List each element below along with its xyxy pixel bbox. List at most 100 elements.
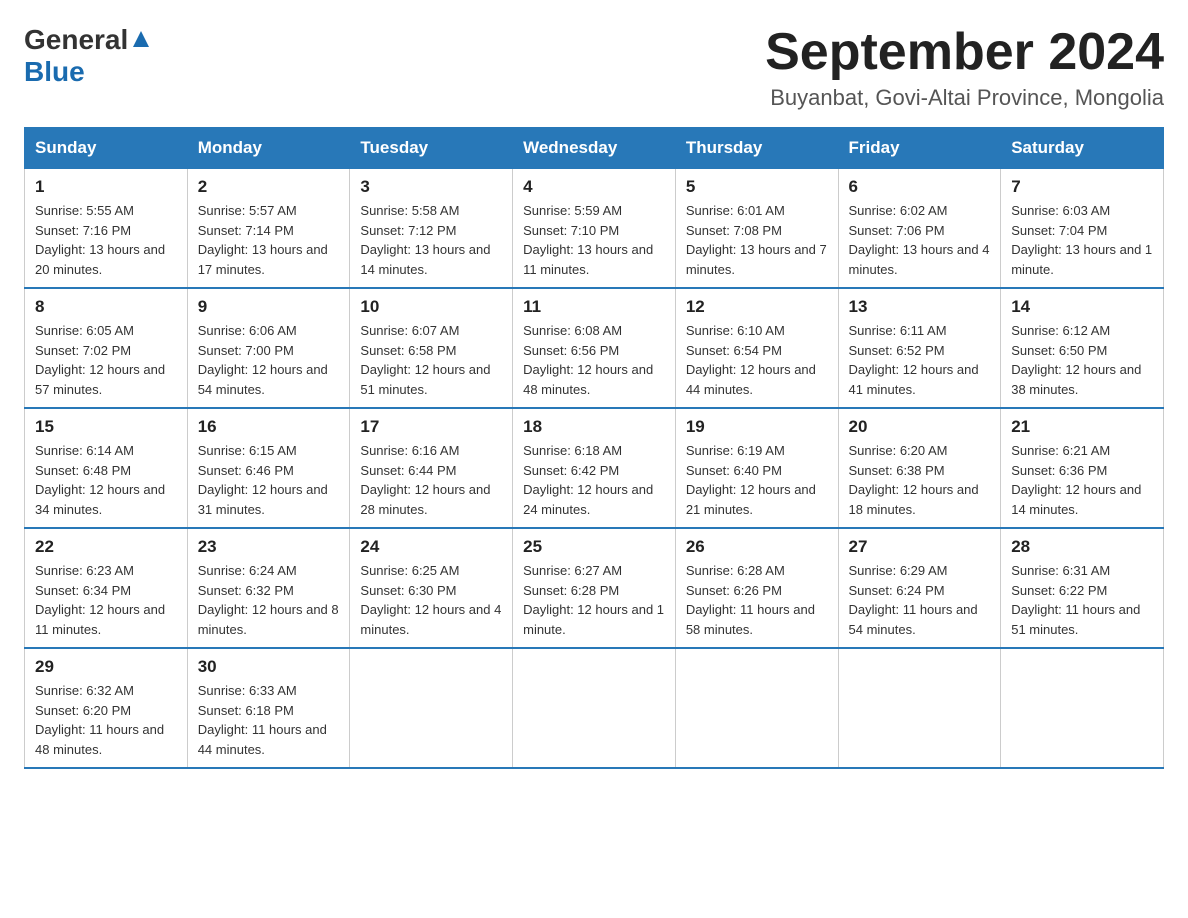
day-cell: 22 Sunrise: 6:23 AMSunset: 6:34 PMDayligh…	[25, 528, 188, 648]
day-cell: 9 Sunrise: 6:06 AMSunset: 7:00 PMDaylight…	[187, 288, 350, 408]
day-number: 15	[35, 417, 177, 437]
day-info: Sunrise: 6:05 AMSunset: 7:02 PMDaylight:…	[35, 321, 177, 399]
day-number: 7	[1011, 177, 1153, 197]
day-info: Sunrise: 6:23 AMSunset: 6:34 PMDaylight:…	[35, 561, 177, 639]
weekday-header-wednesday: Wednesday	[513, 128, 676, 169]
week-row-3: 15Sunrise: 6:14 AMSunset: 6:48 PMDayligh…	[25, 408, 1164, 528]
calendar-table: SundayMondayTuesdayWednesdayThursdayFrid…	[24, 127, 1164, 769]
day-info: Sunrise: 6:27 AMSunset: 6:28 PMDaylight:…	[523, 561, 665, 639]
day-number: 9	[198, 297, 340, 317]
weekday-header-row: SundayMondayTuesdayWednesdayThursdayFrid…	[25, 128, 1164, 169]
day-number: 10	[360, 297, 502, 317]
day-cell: 23 Sunrise: 6:24 AMSunset: 6:32 PMDayligh…	[187, 528, 350, 648]
day-number: 24	[360, 537, 502, 557]
day-cell: 1 Sunrise: 5:55 AMSunset: 7:16 PMDaylight…	[25, 169, 188, 289]
day-info: Sunrise: 5:59 AMSunset: 7:10 PMDaylight:…	[523, 201, 665, 279]
logo: General Blue	[24, 24, 150, 88]
calendar-subtitle: Buyanbat, Govi-Altai Province, Mongolia	[765, 85, 1164, 111]
day-number: 29	[35, 657, 177, 677]
weekday-header-monday: Monday	[187, 128, 350, 169]
day-cell: 2 Sunrise: 5:57 AMSunset: 7:14 PMDaylight…	[187, 169, 350, 289]
day-info: Sunrise: 6:31 AMSunset: 6:22 PMDaylight:…	[1011, 561, 1153, 639]
day-number: 6	[849, 177, 991, 197]
day-number: 26	[686, 537, 828, 557]
day-cell	[838, 648, 1001, 768]
day-cell: 28 Sunrise: 6:31 AMSunset: 6:22 PMDayligh…	[1001, 528, 1164, 648]
day-info: Sunrise: 5:57 AMSunset: 7:14 PMDaylight:…	[198, 201, 340, 279]
day-info: Sunrise: 6:01 AMSunset: 7:08 PMDaylight:…	[686, 201, 828, 279]
week-row-4: 22 Sunrise: 6:23 AMSunset: 6:34 PMDayligh…	[25, 528, 1164, 648]
day-info: Sunrise: 6:20 AMSunset: 6:38 PMDaylight:…	[849, 441, 991, 519]
day-cell: 21 Sunrise: 6:21 AMSunset: 6:36 PMDayligh…	[1001, 408, 1164, 528]
day-cell: 20 Sunrise: 6:20 AMSunset: 6:38 PMDayligh…	[838, 408, 1001, 528]
day-cell: 17Sunrise: 6:16 AMSunset: 6:44 PMDayligh…	[350, 408, 513, 528]
logo-triangle-icon	[132, 30, 150, 53]
day-number: 3	[360, 177, 502, 197]
calendar-title: September 2024	[765, 24, 1164, 81]
day-info: Sunrise: 5:58 AMSunset: 7:12 PMDaylight:…	[360, 201, 502, 279]
day-cell: 10 Sunrise: 6:07 AMSunset: 6:58 PMDayligh…	[350, 288, 513, 408]
day-number: 8	[35, 297, 177, 317]
week-row-2: 8 Sunrise: 6:05 AMSunset: 7:02 PMDaylight…	[25, 288, 1164, 408]
page-header: General Blue September 2024 Buyanbat, Go…	[24, 24, 1164, 111]
day-number: 1	[35, 177, 177, 197]
weekday-header-sunday: Sunday	[25, 128, 188, 169]
day-info: Sunrise: 6:21 AMSunset: 6:36 PMDaylight:…	[1011, 441, 1153, 519]
day-info: Sunrise: 6:25 AMSunset: 6:30 PMDaylight:…	[360, 561, 502, 639]
day-number: 4	[523, 177, 665, 197]
day-number: 28	[1011, 537, 1153, 557]
day-cell	[675, 648, 838, 768]
day-cell: 12 Sunrise: 6:10 AMSunset: 6:54 PMDayligh…	[675, 288, 838, 408]
day-cell: 24 Sunrise: 6:25 AMSunset: 6:30 PMDayligh…	[350, 528, 513, 648]
day-number: 20	[849, 417, 991, 437]
day-number: 27	[849, 537, 991, 557]
week-row-5: 29Sunrise: 6:32 AMSunset: 6:20 PMDayligh…	[25, 648, 1164, 768]
day-number: 21	[1011, 417, 1153, 437]
day-info: Sunrise: 6:33 AMSunset: 6:18 PMDaylight:…	[198, 681, 340, 759]
day-cell	[1001, 648, 1164, 768]
day-number: 30	[198, 657, 340, 677]
day-info: Sunrise: 6:12 AMSunset: 6:50 PMDaylight:…	[1011, 321, 1153, 399]
day-number: 23	[198, 537, 340, 557]
day-cell	[513, 648, 676, 768]
day-cell: 29Sunrise: 6:32 AMSunset: 6:20 PMDayligh…	[25, 648, 188, 768]
day-info: Sunrise: 6:10 AMSunset: 6:54 PMDaylight:…	[686, 321, 828, 399]
week-row-1: 1 Sunrise: 5:55 AMSunset: 7:16 PMDaylight…	[25, 169, 1164, 289]
day-info: Sunrise: 6:11 AMSunset: 6:52 PMDaylight:…	[849, 321, 991, 399]
day-info: Sunrise: 6:18 AMSunset: 6:42 PMDaylight:…	[523, 441, 665, 519]
day-cell: 8 Sunrise: 6:05 AMSunset: 7:02 PMDaylight…	[25, 288, 188, 408]
day-number: 16	[198, 417, 340, 437]
day-cell: 6Sunrise: 6:02 AMSunset: 7:06 PMDaylight…	[838, 169, 1001, 289]
title-area: September 2024 Buyanbat, Govi-Altai Prov…	[765, 24, 1164, 111]
day-info: Sunrise: 6:24 AMSunset: 6:32 PMDaylight:…	[198, 561, 340, 639]
day-number: 18	[523, 417, 665, 437]
day-cell: 18 Sunrise: 6:18 AMSunset: 6:42 PMDayligh…	[513, 408, 676, 528]
day-cell: 13 Sunrise: 6:11 AMSunset: 6:52 PMDayligh…	[838, 288, 1001, 408]
day-cell: 30 Sunrise: 6:33 AMSunset: 6:18 PMDayligh…	[187, 648, 350, 768]
weekday-header-thursday: Thursday	[675, 128, 838, 169]
day-info: Sunrise: 5:55 AMSunset: 7:16 PMDaylight:…	[35, 201, 177, 279]
day-info: Sunrise: 6:15 AMSunset: 6:46 PMDaylight:…	[198, 441, 340, 519]
day-info: Sunrise: 6:19 AMSunset: 6:40 PMDaylight:…	[686, 441, 828, 519]
weekday-header-tuesday: Tuesday	[350, 128, 513, 169]
day-cell: 15Sunrise: 6:14 AMSunset: 6:48 PMDayligh…	[25, 408, 188, 528]
day-info: Sunrise: 6:16 AMSunset: 6:44 PMDaylight:…	[360, 441, 502, 519]
day-cell: 14 Sunrise: 6:12 AMSunset: 6:50 PMDayligh…	[1001, 288, 1164, 408]
day-cell: 5Sunrise: 6:01 AMSunset: 7:08 PMDaylight…	[675, 169, 838, 289]
day-info: Sunrise: 6:07 AMSunset: 6:58 PMDaylight:…	[360, 321, 502, 399]
day-cell: 26Sunrise: 6:28 AMSunset: 6:26 PMDayligh…	[675, 528, 838, 648]
logo-blue-text: Blue	[24, 56, 85, 87]
day-number: 14	[1011, 297, 1153, 317]
day-number: 2	[198, 177, 340, 197]
day-cell: 4 Sunrise: 5:59 AMSunset: 7:10 PMDaylight…	[513, 169, 676, 289]
day-number: 25	[523, 537, 665, 557]
day-cell: 27Sunrise: 6:29 AMSunset: 6:24 PMDayligh…	[838, 528, 1001, 648]
day-cell: 16 Sunrise: 6:15 AMSunset: 6:46 PMDayligh…	[187, 408, 350, 528]
logo-general-text: General	[24, 24, 128, 56]
day-number: 12	[686, 297, 828, 317]
day-number: 13	[849, 297, 991, 317]
day-info: Sunrise: 6:06 AMSunset: 7:00 PMDaylight:…	[198, 321, 340, 399]
day-number: 22	[35, 537, 177, 557]
day-cell: 7Sunrise: 6:03 AMSunset: 7:04 PMDaylight…	[1001, 169, 1164, 289]
day-cell: 25 Sunrise: 6:27 AMSunset: 6:28 PMDayligh…	[513, 528, 676, 648]
